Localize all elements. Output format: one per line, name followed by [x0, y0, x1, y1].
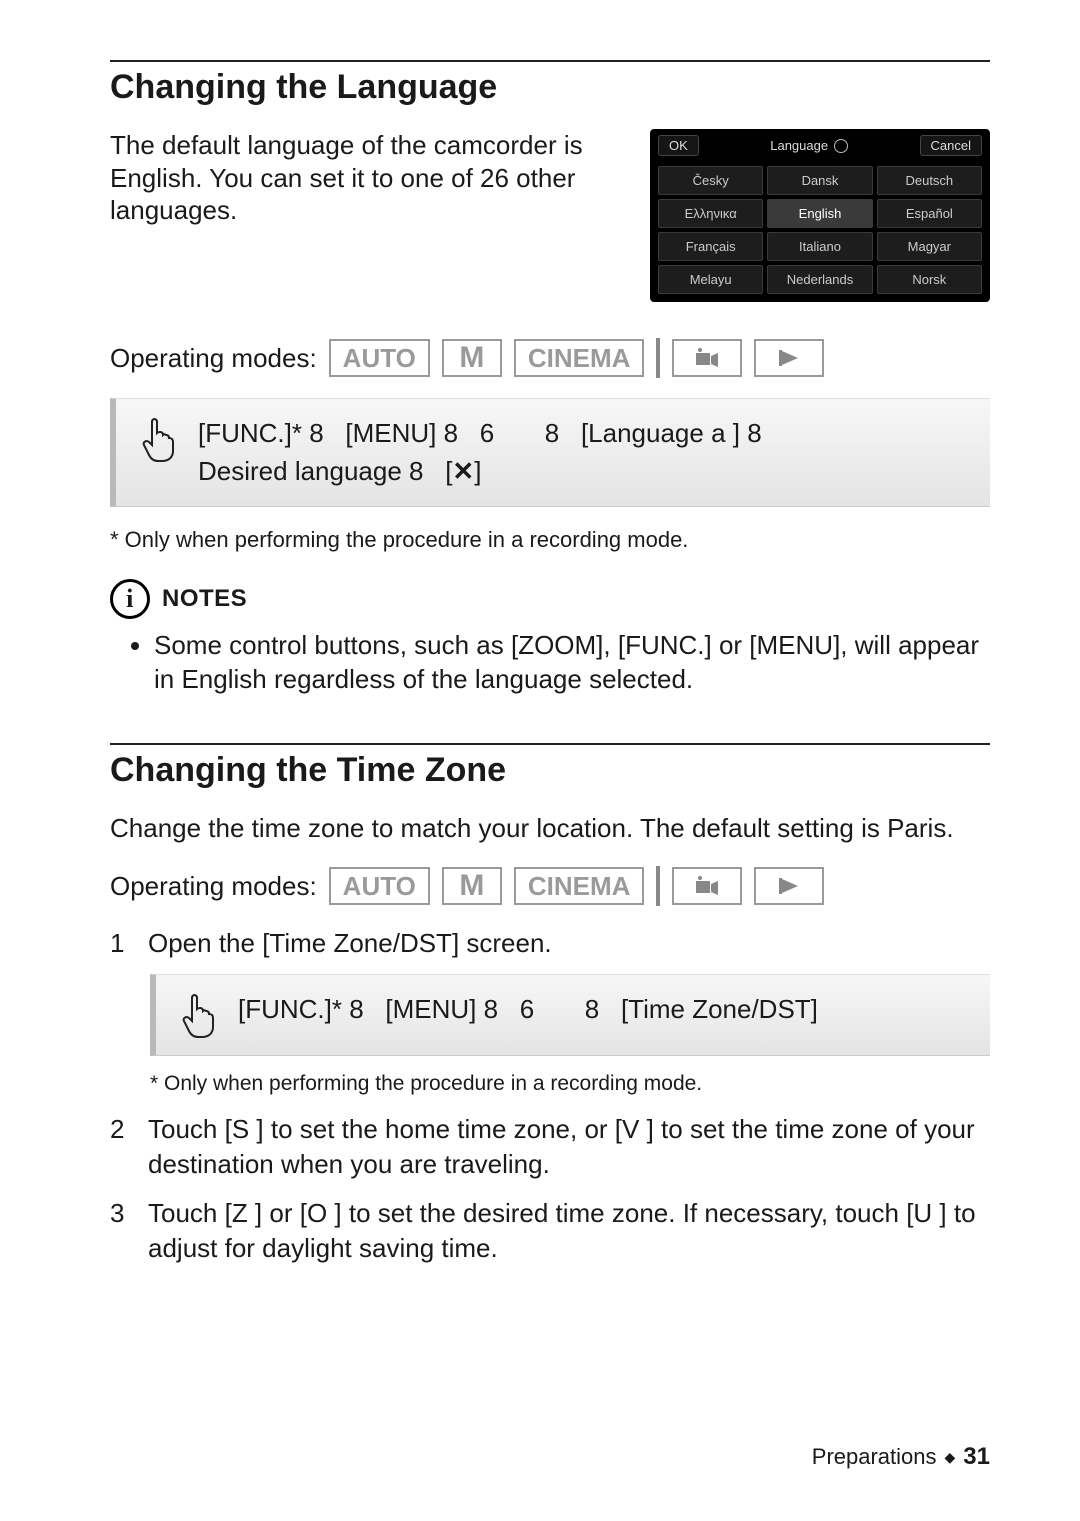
mode-record-icon	[672, 339, 742, 377]
proc-sep: 8	[444, 418, 458, 448]
proc-timezone-item: [Time Zone/DST]	[621, 994, 818, 1024]
section-heading-timezone: Changing the Time Zone	[110, 743, 990, 790]
operating-modes-row: Operating modes: AUTO M CINEMA	[110, 338, 990, 378]
globe-icon	[834, 139, 848, 153]
language-option: Česky	[658, 166, 763, 195]
proc-language-item: [Language a ]	[581, 418, 740, 448]
proc-six: 6	[480, 418, 494, 448]
step-2-text: Touch [S ] to set the home time zone, or…	[148, 1112, 990, 1182]
operating-modes-row-2: Operating modes: AUTO M CINEMA	[110, 866, 990, 906]
proc-sep: 8	[747, 418, 761, 448]
mode-separator	[656, 338, 660, 378]
proc-func: [FUNC.]*	[238, 994, 342, 1024]
intro-timezone: Change the time zone to match your locat…	[110, 812, 990, 845]
mode-manual: M	[442, 339, 502, 377]
language-option: Français	[658, 232, 763, 261]
step-1-text: Open the [Time Zone/DST] screen.	[148, 926, 552, 961]
operating-modes-label: Operating modes:	[110, 343, 317, 374]
mode-record-icon	[672, 867, 742, 905]
language-option: Melayu	[658, 265, 763, 294]
notes-heading: i NOTES	[110, 579, 990, 619]
note-bullet: Some control buttons, such as [ZOOM], [F…	[154, 629, 990, 697]
panel-cancel-button: Cancel	[920, 135, 982, 156]
language-option: English	[767, 199, 872, 228]
language-panel-screenshot: OK Language Cancel ČeskyDanskDeutsch Ελλη…	[650, 129, 990, 302]
proc-bracket-open: [	[445, 456, 452, 486]
language-option: Español	[877, 199, 982, 228]
procedure-box-timezone: [FUNC.]* 8 [MENU] 8 6 8 [Time Zone/DST]	[150, 974, 990, 1056]
mode-play-icon	[754, 867, 824, 905]
mode-auto: AUTO	[329, 867, 430, 905]
proc-bracket-close: ]	[474, 456, 481, 486]
procedure-text-timezone: [FUNC.]* 8 [MENU] 8 6 8 [Time Zone/DST]	[238, 991, 818, 1029]
mode-cinema: CINEMA	[514, 339, 645, 377]
panel-title: Language	[705, 138, 914, 153]
proc-sep: 8	[585, 994, 599, 1024]
language-option: Italiano	[767, 232, 872, 261]
language-option: Norsk	[877, 265, 982, 294]
proc-sep: 8	[309, 418, 323, 448]
proc-menu: [MENU]	[345, 418, 436, 448]
language-option: Ελληνικα	[658, 199, 763, 228]
mode-manual: M	[442, 867, 502, 905]
language-option: Magyar	[877, 232, 982, 261]
footnote-timezone: * Only when performing the procedure in …	[150, 1070, 990, 1098]
operating-modes-label: Operating modes:	[110, 871, 317, 902]
proc-sep: 8	[409, 456, 423, 486]
mode-cinema: CINEMA	[514, 867, 645, 905]
procedure-text-language: [FUNC.]* 8 [MENU] 8 6 8 [Language a ] 8 …	[198, 415, 762, 490]
step-number: 2	[110, 1112, 134, 1182]
touch-icon	[180, 991, 220, 1039]
language-option: Dansk	[767, 166, 872, 195]
step-2: 2 Touch [S ] to set the home time zone, …	[110, 1112, 990, 1182]
close-x-icon: ✕	[452, 453, 474, 491]
proc-sep: 8	[349, 994, 363, 1024]
procedure-box-language: [FUNC.]* 8 [MENU] 8 6 8 [Language a ] 8 …	[110, 398, 990, 507]
language-option: Deutsch	[877, 166, 982, 195]
page-number: 31	[963, 1443, 990, 1471]
footnote-language: * Only when performing the procedure in …	[110, 527, 990, 553]
mode-play-icon	[754, 339, 824, 377]
panel-ok-button: OK	[658, 135, 699, 156]
language-option: Nederlands	[767, 265, 872, 294]
intro-language: The default language of the camcorder is…	[110, 129, 610, 227]
step-3-text: Touch [Z ] or [O ] to set the desired ti…	[148, 1196, 990, 1266]
page-footer: Preparations ◆ 31	[812, 1443, 990, 1471]
section-heading-language: Changing the Language	[110, 60, 990, 107]
info-icon: i	[110, 579, 150, 619]
proc-func: [FUNC.]*	[198, 418, 302, 448]
touch-icon	[140, 415, 180, 463]
step-number: 1	[110, 926, 134, 961]
proc-menu: [MENU]	[385, 994, 476, 1024]
footer-chapter: Preparations	[812, 1444, 937, 1470]
footer-diamond-icon: ◆	[945, 1449, 956, 1466]
proc-desired: Desired language	[198, 456, 402, 486]
proc-sep: 8	[545, 418, 559, 448]
step-number: 3	[110, 1196, 134, 1266]
panel-title-text: Language	[770, 138, 828, 153]
mode-auto: AUTO	[329, 339, 430, 377]
proc-sep: 8	[484, 994, 498, 1024]
mode-separator	[656, 866, 660, 906]
step-1: 1 Open the [Time Zone/DST] screen. [FUNC…	[110, 926, 990, 1097]
proc-six: 6	[520, 994, 534, 1024]
step-3: 3 Touch [Z ] or [O ] to set the desired …	[110, 1196, 990, 1266]
notes-label: NOTES	[162, 585, 247, 613]
